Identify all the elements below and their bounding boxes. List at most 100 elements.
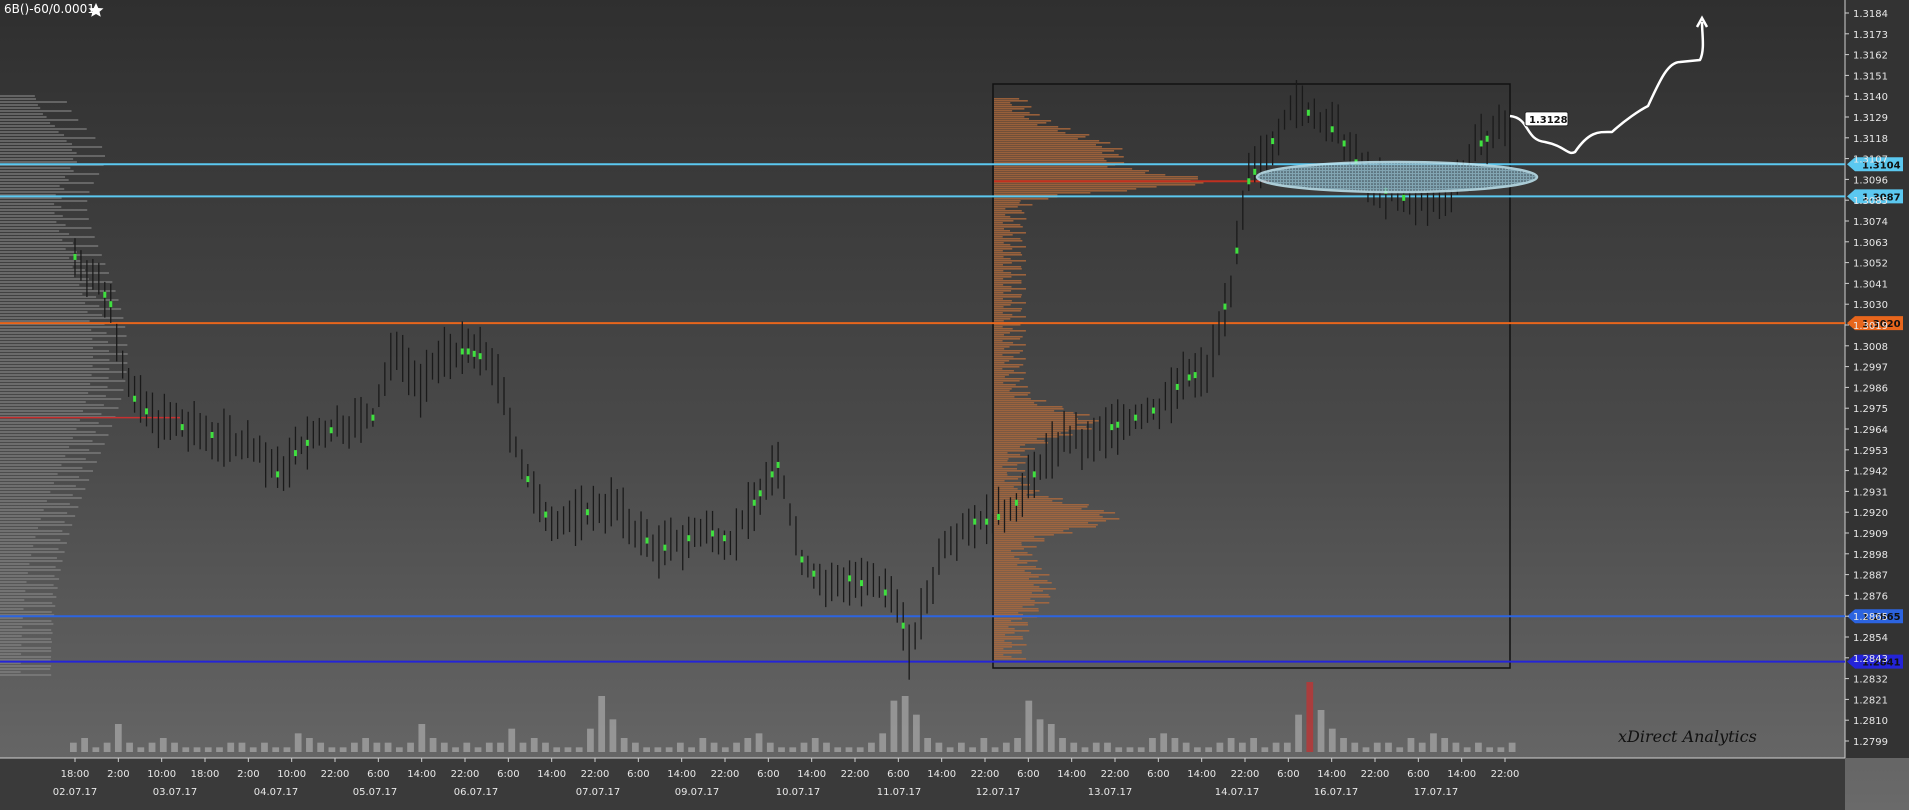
range-profile-bar xyxy=(994,294,1022,296)
range-profile-bar xyxy=(994,570,1025,572)
range-profile-bar xyxy=(994,396,1015,398)
volume-cluster-marker xyxy=(145,408,148,415)
y-tick-label: 1.2964 xyxy=(1853,425,1888,436)
profile-bar xyxy=(0,641,52,643)
range-profile-bar xyxy=(994,592,1032,594)
profile-bar xyxy=(0,389,124,391)
volume-bar xyxy=(351,742,358,752)
profile-bar xyxy=(0,404,104,406)
profile-bar xyxy=(0,200,88,202)
range-profile-bar xyxy=(994,284,1004,286)
range-profile-bar xyxy=(994,296,1022,298)
range-profile-bar xyxy=(994,204,1033,206)
volume-cluster-marker xyxy=(1402,194,1406,201)
x-time-label: 6:00 xyxy=(1147,769,1169,780)
y-tick-label: 1.3129 xyxy=(1853,113,1888,124)
volume-cluster-marker xyxy=(109,301,113,308)
profile-bar xyxy=(0,263,106,265)
profile-bar xyxy=(0,155,105,157)
x-time-label: 22:00 xyxy=(1361,769,1390,780)
profile-bar xyxy=(0,293,83,295)
volume-bar xyxy=(1092,742,1100,752)
watermark-label: xDirect Analytics xyxy=(1618,727,1757,746)
profile-bar xyxy=(0,590,26,592)
profile-bar xyxy=(0,479,90,481)
volume-bar xyxy=(227,742,235,752)
range-profile-bar xyxy=(994,210,1022,212)
range-profile-bar xyxy=(994,264,1003,266)
range-profile-bar xyxy=(994,512,1116,514)
x-time-label: 18:00 xyxy=(191,769,220,780)
range-profile-bar xyxy=(994,222,1003,224)
range-profile-bar xyxy=(994,100,1028,102)
volume-bar xyxy=(272,747,280,752)
y-tick-label: 1.3162 xyxy=(1853,51,1888,62)
profile-bar xyxy=(0,602,53,604)
volume-bar xyxy=(126,742,133,752)
volume-cluster-marker xyxy=(687,535,691,542)
volume-cluster-marker xyxy=(997,513,1001,520)
volume-bar xyxy=(1396,747,1404,752)
volume-bar xyxy=(868,742,875,752)
x-time-label: 14:00 xyxy=(1057,769,1086,780)
volume-bar xyxy=(249,747,257,752)
range-profile-bar xyxy=(994,604,1035,606)
profile-bar xyxy=(0,443,105,445)
volume-cluster-marker xyxy=(103,291,107,298)
volume-bar xyxy=(744,738,752,752)
x-time-label: 2:00 xyxy=(107,769,129,780)
range-profile-bar xyxy=(994,234,1013,236)
x-time-label: 6:00 xyxy=(887,769,909,780)
profile-bar xyxy=(0,536,36,538)
x-date-label: 02.07.17 xyxy=(53,787,98,798)
range-profile-bar xyxy=(994,648,1004,650)
range-profile-bar xyxy=(994,304,1011,306)
profile-bar xyxy=(0,380,126,382)
range-profile-bar xyxy=(994,572,1032,574)
profile-bar xyxy=(0,605,56,607)
profile-bar xyxy=(0,257,70,259)
profile-bar xyxy=(0,656,52,658)
range-profile-bar xyxy=(994,390,1010,392)
x-time-label: 14:00 xyxy=(927,769,956,780)
profile-bar xyxy=(0,338,93,340)
profile-bar xyxy=(0,353,128,355)
range-profile-bar xyxy=(994,528,1070,530)
x-time-label: 6:00 xyxy=(497,769,519,780)
volume-bar xyxy=(1182,742,1190,752)
volume-cluster-marker xyxy=(276,471,280,478)
profile-bar xyxy=(0,476,80,478)
volume-bar xyxy=(1295,714,1302,752)
range-profile-bar xyxy=(994,566,1037,568)
range-profile-bar xyxy=(994,156,1124,158)
profile-bar xyxy=(0,254,102,256)
profile-bar xyxy=(0,467,83,469)
volume-cluster-marker xyxy=(883,589,887,596)
profile-bar xyxy=(0,482,54,484)
volume-cluster-marker xyxy=(1330,126,1334,133)
volume-bar xyxy=(261,742,268,752)
profile-bar xyxy=(0,647,52,649)
range-profile-bar xyxy=(994,440,1045,442)
range-profile-bar xyxy=(994,238,1021,240)
profile-bar xyxy=(0,305,100,307)
profile-bar xyxy=(0,239,63,241)
volume-bar xyxy=(395,747,403,752)
volume-bar xyxy=(193,747,201,752)
volume-bar xyxy=(721,747,729,752)
profile-bar xyxy=(0,134,65,136)
range-profile-bar xyxy=(994,656,1012,658)
range-profile-bar xyxy=(994,484,1031,486)
profile-bar xyxy=(0,344,128,346)
range-profile-bar xyxy=(994,258,1011,260)
range-profile-bar xyxy=(994,316,1026,318)
range-profile-bar xyxy=(994,184,1196,186)
range-profile-bar xyxy=(994,618,1023,620)
range-profile-bar xyxy=(994,554,1033,556)
range-profile-bar xyxy=(994,136,1086,138)
profile-bar xyxy=(0,635,22,637)
range-profile-bar xyxy=(994,232,1026,234)
profile-bar xyxy=(0,437,73,439)
range-profile-bar xyxy=(994,560,1038,562)
range-profile-bar xyxy=(994,370,1014,372)
